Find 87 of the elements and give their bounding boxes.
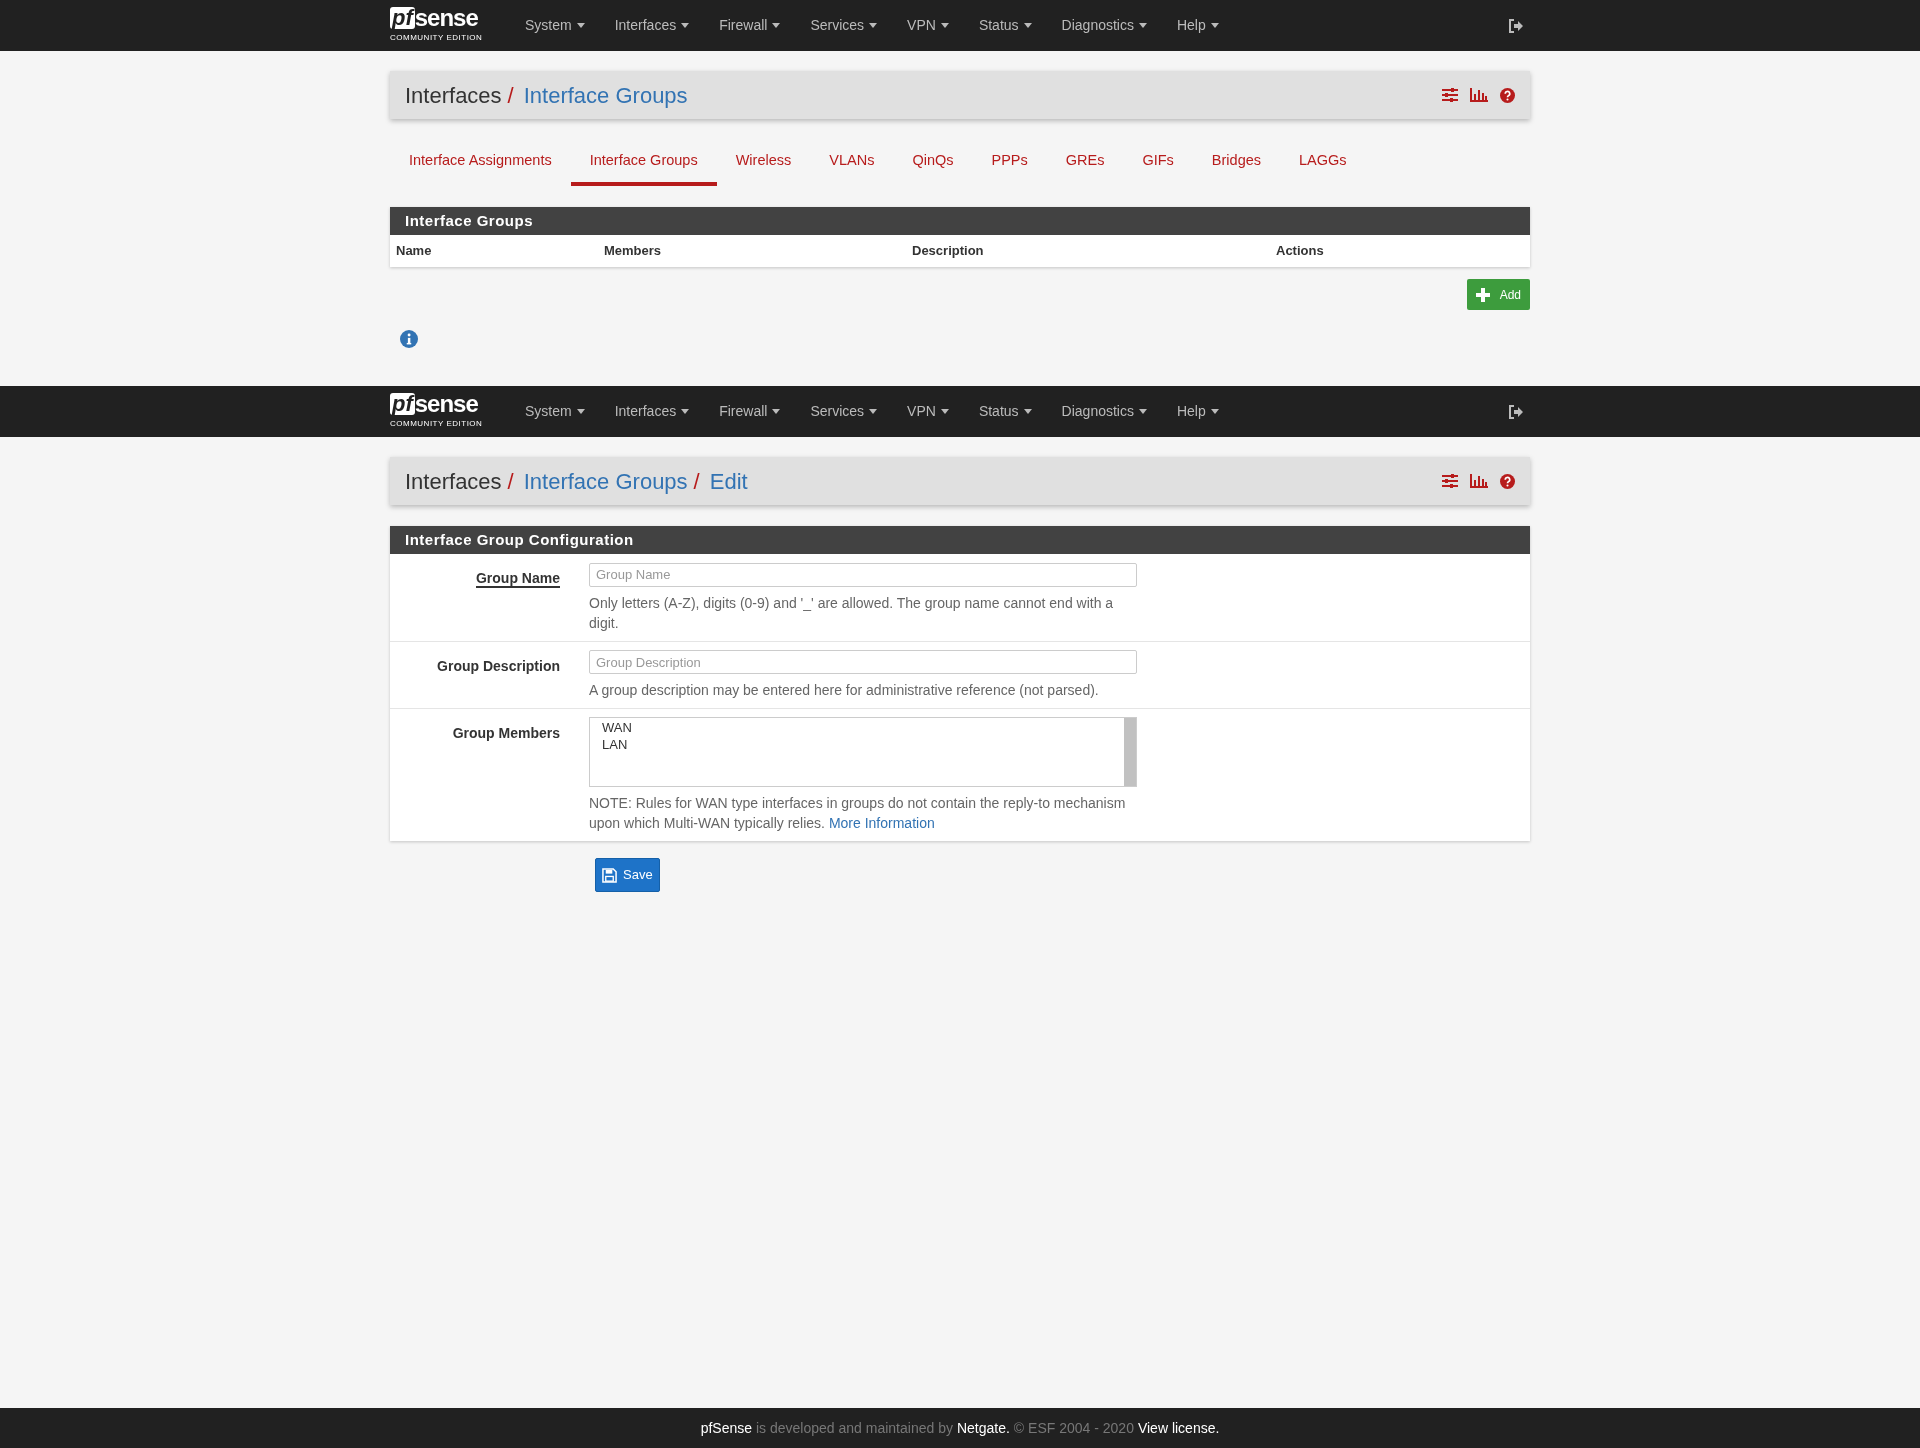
breadcrumb-separator: / — [693, 467, 700, 496]
tab[interactable]: PPPs — [972, 139, 1047, 186]
list-box[interactable]: WAN LAN — [589, 717, 1137, 787]
caret-icon — [869, 409, 878, 414]
tab[interactable]: QinQs — [893, 139, 973, 186]
info-icon[interactable] — [400, 330, 418, 348]
nav-menu[interactable]: System — [510, 15, 600, 36]
text-field[interactable]: Group Description — [589, 650, 1137, 674]
nav-menu[interactable]: Diagnostics — [1046, 15, 1162, 36]
caret-icon — [940, 409, 949, 414]
breadcrumb-text: Interfaces — [405, 81, 502, 110]
pfsense-logo: pfsense COMMUNITY EDITION — [390, 7, 484, 44]
field-label: Group Name — [476, 570, 560, 588]
tab[interactable]: Interface Assignments — [390, 139, 571, 186]
footer-text: © ESF 2004 - 2020 — [1013, 1418, 1134, 1438]
plus-icon — [1475, 287, 1490, 302]
tab[interactable]: Interface Groups — [570, 139, 717, 186]
caret-icon — [940, 23, 949, 28]
caret-icon — [1138, 23, 1147, 28]
caret-icon — [772, 409, 781, 414]
help-icon[interactable] — [1500, 87, 1515, 103]
nav-menu[interactable]: Firewall — [704, 401, 796, 422]
caret-icon — [1138, 409, 1147, 414]
logout-icon[interactable] — [1508, 404, 1524, 419]
nav-menu[interactable]: Services — [795, 15, 893, 36]
list-option[interactable]: WAN — [590, 719, 1124, 736]
nav-menu[interactable]: Services — [795, 401, 893, 422]
bar-chart-icon[interactable] — [1470, 88, 1488, 102]
logout-icon[interactable] — [1508, 18, 1524, 33]
column-header: Description — [912, 242, 985, 261]
footer-link[interactable]: View license. — [1137, 1417, 1220, 1439]
field-label: Group Description — [437, 657, 560, 674]
bar-chart-icon[interactable] — [1470, 474, 1488, 488]
help-text: NOTE: Rules for WAN type interfaces in groups do not contain the reply-to mechanism upon which Multi-WAN typically relies. More Information — [589, 794, 1127, 833]
caret-icon — [1210, 23, 1219, 28]
nav-menu[interactable]: VPN — [892, 15, 964, 36]
caret-icon — [681, 23, 690, 28]
nav-menu[interactable]: Interfaces — [599, 15, 705, 36]
nav-menu[interactable]: VPN — [892, 401, 964, 422]
tab[interactable]: GREs — [1046, 139, 1124, 186]
list-option[interactable]: LAN — [590, 736, 1124, 753]
caret-icon — [1023, 23, 1032, 28]
caret-icon — [576, 23, 585, 28]
breadcrumb-link[interactable]: Interface Groups — [523, 464, 688, 498]
breadcrumb-text: Interfaces — [405, 467, 502, 496]
more-information-link[interactable]: More Information — [828, 815, 935, 831]
help-text: A group description may be entered here for administrative reference (not parsed). — [589, 681, 1100, 700]
caret-icon — [869, 23, 878, 28]
column-header: Members — [604, 242, 663, 261]
help-text: Only letters (A-Z), digits (0-9) and '_' are allowed. The group name cannot end with a digit. — [589, 593, 1115, 633]
nav-menu[interactable]: Firewall — [704, 15, 796, 36]
sliders-icon[interactable] — [1442, 88, 1458, 102]
footer-link[interactable]: Netgate. — [956, 1417, 1010, 1439]
save-button[interactable]: Save — [595, 858, 660, 892]
caret-icon — [576, 409, 585, 414]
tab[interactable]: LAGGs — [1280, 139, 1366, 186]
caret-icon — [681, 409, 690, 414]
breadcrumb-separator: / — [507, 467, 514, 496]
column-header: Actions — [1276, 242, 1325, 261]
footer-link[interactable]: pfSense — [700, 1417, 752, 1439]
tab[interactable]: VLANs — [810, 139, 894, 186]
breadcrumb-link[interactable]: Interface Groups — [523, 78, 688, 112]
nav-menu[interactable]: Status — [963, 401, 1047, 422]
pfsense-logo: pfsense COMMUNITY EDITION — [390, 393, 484, 430]
help-icon[interactable] — [1500, 473, 1515, 489]
nav-menu[interactable]: Diagnostics — [1046, 401, 1162, 422]
nav-menu[interactable]: Help — [1161, 15, 1234, 36]
sliders-icon[interactable] — [1442, 474, 1458, 488]
footer-text: is developed and maintained by — [756, 1418, 953, 1438]
nav-menu[interactable]: System — [510, 401, 600, 422]
breadcrumb-separator: / — [507, 81, 514, 110]
panel-title: Interface Groups — [405, 210, 534, 231]
tab[interactable]: Wireless — [716, 139, 811, 186]
tab[interactable]: GIFs — [1123, 139, 1193, 186]
panel-title: Interface Group Configuration — [405, 529, 634, 550]
column-header: Name — [396, 242, 433, 261]
caret-icon — [1023, 409, 1032, 414]
caret-icon — [1210, 409, 1219, 414]
tab[interactable]: Bridges — [1192, 139, 1281, 186]
nav-menu[interactable]: Interfaces — [599, 401, 705, 422]
breadcrumb-link[interactable]: Edit — [709, 464, 748, 498]
nav-menu[interactable]: Help — [1161, 401, 1234, 422]
field-label: Group Members — [452, 725, 560, 741]
nav-menu[interactable]: Status — [963, 15, 1047, 36]
scrollbar[interactable] — [1124, 718, 1136, 786]
text-field[interactable]: Group Name — [589, 562, 1137, 587]
caret-icon — [772, 23, 781, 28]
